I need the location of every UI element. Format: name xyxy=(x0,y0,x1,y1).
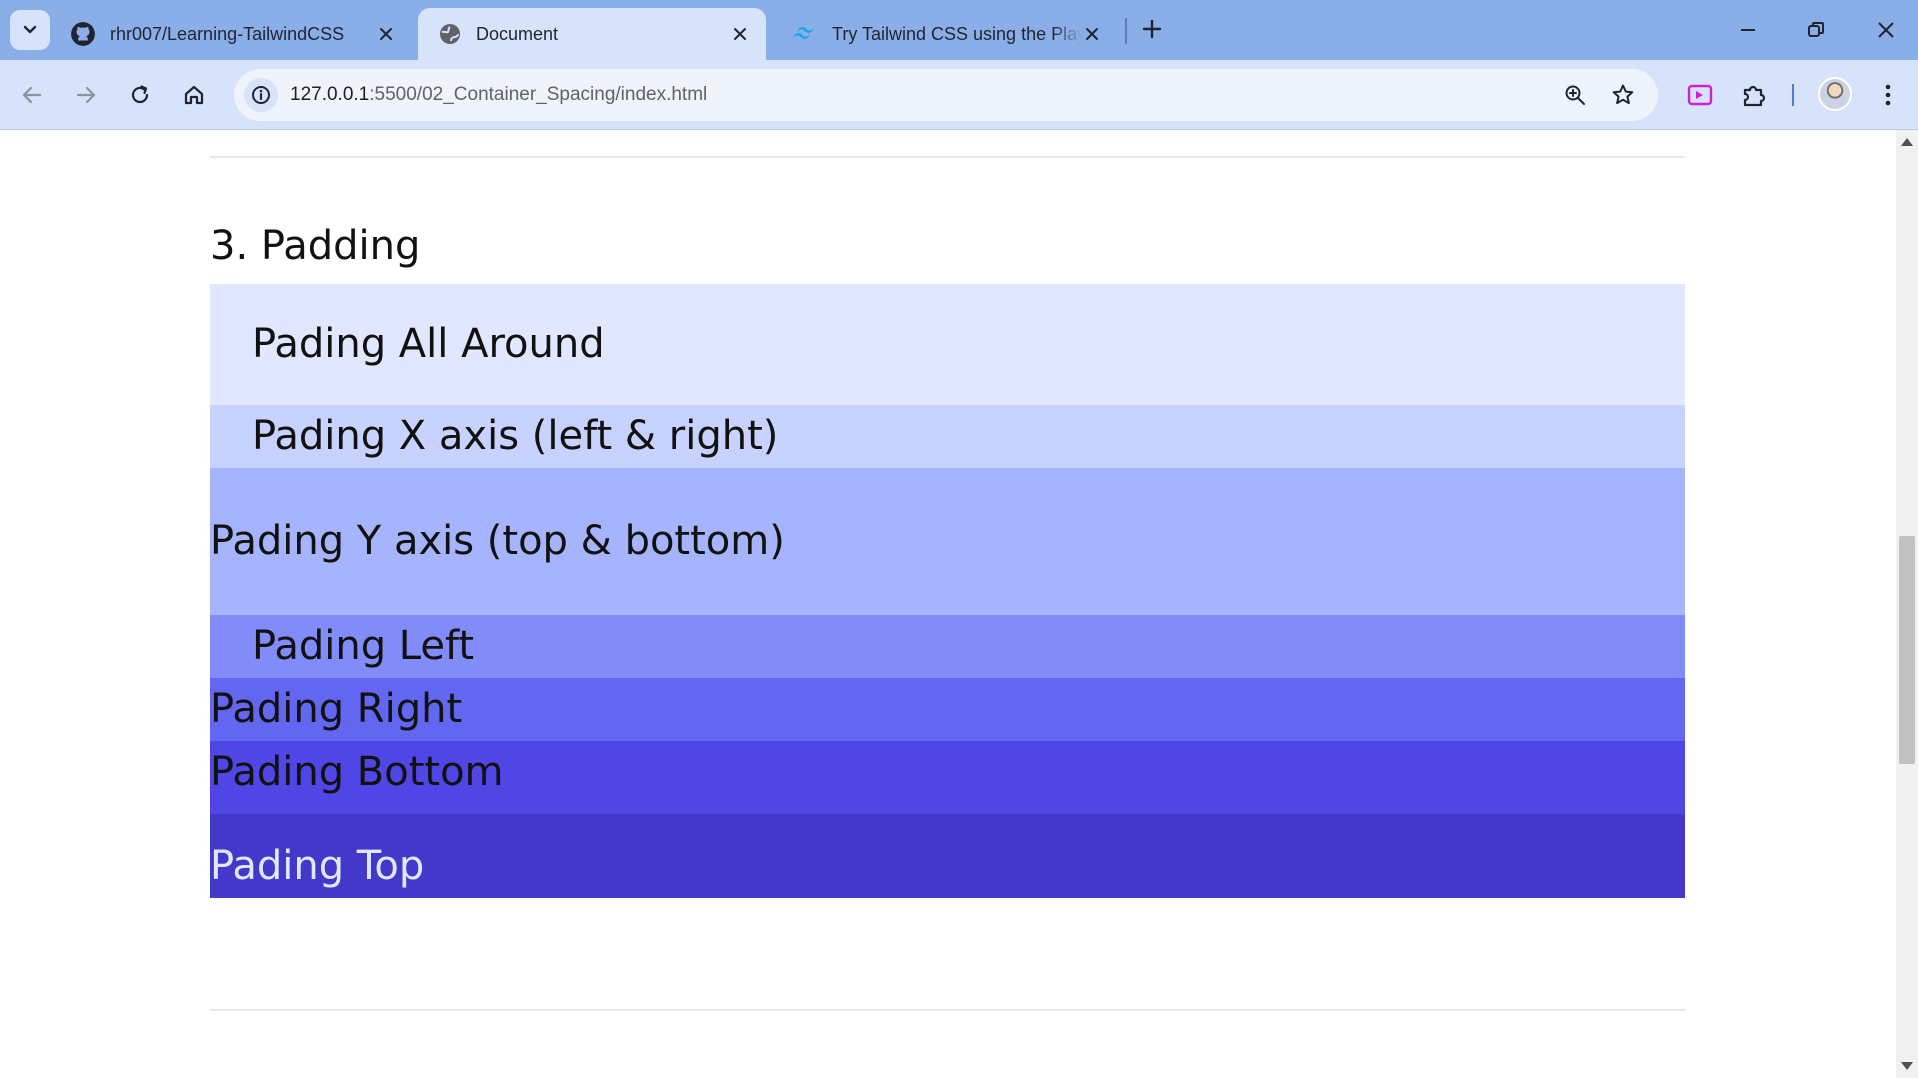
padding-bottom-box: Pading Bottom xyxy=(210,741,1685,814)
github-icon xyxy=(71,22,95,46)
chevron-down-icon xyxy=(23,25,37,34)
minimize-button[interactable] xyxy=(1728,10,1768,50)
plus-icon xyxy=(1142,19,1162,39)
section-title: 3. Padding xyxy=(210,223,421,269)
scrollbar-thumb[interactable] xyxy=(1899,536,1915,764)
url-path: :5500/02_Container_Spacing/index.html xyxy=(369,84,708,105)
forward-button[interactable] xyxy=(66,75,106,115)
extensions-menu-button[interactable] xyxy=(1734,75,1774,115)
globe-icon xyxy=(440,24,460,44)
tab-strip: rhr007/Learning-TailwindCSS Document Try… xyxy=(0,0,1918,60)
back-button[interactable] xyxy=(12,75,52,115)
minimize-icon xyxy=(1741,29,1755,31)
screen-capture-extension-icon xyxy=(1687,84,1713,106)
page-viewport: 3. Padding Pading All Around Pading X ax… xyxy=(0,130,1896,1078)
tab-separator xyxy=(1125,18,1127,44)
new-tab-button[interactable] xyxy=(1135,12,1169,46)
tab-tailwind-play[interactable]: Try Tailwind CSS using the Play CDN xyxy=(770,8,1118,60)
star-icon xyxy=(1612,84,1634,105)
extension-button[interactable] xyxy=(1680,75,1720,115)
reload-button[interactable] xyxy=(120,75,160,115)
bookmark-button[interactable] xyxy=(1606,78,1640,112)
divider xyxy=(210,1009,1685,1011)
scroll-down-arrow-icon[interactable] xyxy=(1901,1062,1913,1070)
reload-icon xyxy=(131,85,149,104)
padding-all-around-box: Pading All Around xyxy=(210,284,1685,405)
home-icon xyxy=(184,85,204,105)
address-bar[interactable]: 127.0.0.1:5500/02_Container_Spacing/inde… xyxy=(234,69,1658,121)
tailwind-icon xyxy=(793,27,814,39)
arrow-right-icon xyxy=(76,86,96,104)
puzzle-icon xyxy=(1743,85,1766,107)
close-icon xyxy=(1878,22,1894,38)
padding-x-axis-box: Pading X axis (left & right) xyxy=(210,405,1685,468)
tab-search-button[interactable] xyxy=(10,10,50,50)
profile-avatar[interactable] xyxy=(1818,77,1852,111)
zoom-in-icon xyxy=(1565,85,1585,105)
arrow-left-icon xyxy=(22,86,42,104)
close-icon[interactable] xyxy=(374,22,398,46)
url-text[interactable]: 127.0.0.1:5500/02_Container_Spacing/inde… xyxy=(290,69,707,121)
padding-examples: Pading All Around Pading X axis (left & … xyxy=(210,284,1685,898)
tab-title: rhr007/Learning-TailwindCSS xyxy=(110,23,345,44)
url-host: 127.0.0.1 xyxy=(290,84,370,105)
browser-menu-button[interactable] xyxy=(1868,75,1908,115)
toolbar-divider xyxy=(1792,84,1794,106)
close-icon[interactable] xyxy=(728,22,752,46)
zoom-button[interactable] xyxy=(1558,78,1592,112)
padding-right-box: Pading Right xyxy=(210,678,1685,741)
more-vert-icon xyxy=(1885,84,1891,106)
browser-toolbar: 127.0.0.1:5500/02_Container_Spacing/inde… xyxy=(0,60,1918,130)
info-icon xyxy=(252,86,270,104)
padding-top-box: Pading Top xyxy=(210,814,1685,898)
divider xyxy=(210,156,1685,158)
site-info-button[interactable] xyxy=(244,78,278,112)
tab-title: Document xyxy=(476,23,559,44)
restore-button[interactable] xyxy=(1796,10,1836,50)
close-icon[interactable] xyxy=(1080,22,1104,46)
tab-github-repo[interactable]: rhr007/Learning-TailwindCSS xyxy=(50,8,412,60)
tab-title: Try Tailwind CSS using the Play CDN xyxy=(832,23,1082,44)
padding-left-box: Pading Left xyxy=(210,615,1685,678)
padding-y-axis-box: Pading Y axis (top & bottom) xyxy=(210,468,1685,615)
scroll-up-arrow-icon[interactable] xyxy=(1901,138,1913,146)
vertical-scrollbar[interactable] xyxy=(1896,130,1918,1078)
tab-document[interactable]: Document xyxy=(418,8,766,60)
restore-icon xyxy=(1808,22,1824,37)
home-button[interactable] xyxy=(174,75,214,115)
close-window-button[interactable] xyxy=(1866,10,1906,50)
